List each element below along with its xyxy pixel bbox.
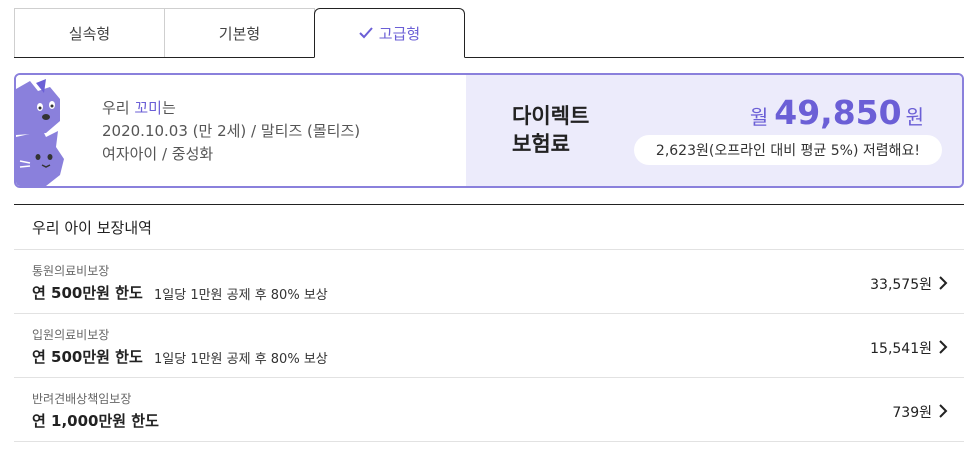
- pet-name: 꼬미: [134, 99, 162, 117]
- coverage-item-liability[interactable]: 반려견배상책임보장 연 1,000만원 한도 739원: [14, 378, 964, 442]
- chevron-right-icon: [939, 340, 948, 354]
- coverage-description: 1일당 1만원 공제 후 80% 보상: [154, 288, 328, 303]
- tab-basic-value[interactable]: 실속형: [14, 8, 165, 57]
- coverage-item-outpatient[interactable]: 통원의료비보장 연 500만원 한도 1일당 1만원 공제 후 80% 보상 3…: [14, 250, 964, 314]
- coverage-amount: 15,541원: [870, 341, 932, 357]
- coverage-description: 1일당 1만원 공제 후 80% 보상: [154, 352, 328, 367]
- coverage-limit: 연 1,000만원 한도: [32, 412, 159, 430]
- coverage-limit: 연 500만원 한도: [32, 284, 143, 302]
- premium-amount: 49,850: [774, 93, 902, 132]
- coverage-category: 반려견배상책임보장: [32, 392, 132, 406]
- chevron-right-icon: [939, 404, 948, 418]
- coverage-category: 통원의료비보장: [32, 264, 110, 278]
- coverage-amount: 739원: [892, 405, 932, 421]
- coverage-heading: 우리 아이 보장내역: [14, 205, 964, 250]
- check-icon: [359, 27, 373, 39]
- coverage-category: 입원의료비보장: [32, 328, 110, 342]
- price-title: 다이렉트 보험료: [512, 104, 590, 156]
- tab-label: 실속형: [68, 24, 111, 43]
- pet-info-panel: 우리 꼬미는 2020.10.03 (만 2세) / 말티즈 (몰티즈) 여자아…: [16, 75, 466, 186]
- pet-illustration-icon: [16, 75, 76, 186]
- tab-label: 고급형: [378, 24, 421, 43]
- tab-premium[interactable]: 고급형: [314, 8, 465, 58]
- tab-standard[interactable]: 기본형: [164, 8, 315, 57]
- monthly-label: 월: [749, 105, 769, 129]
- premium-price-panel: 다이렉트 보험료 월 49,850 원 2,623원(오프라인 대비 평균 5%…: [466, 75, 962, 186]
- plan-tabs: 실속형 기본형 고급형: [14, 8, 964, 58]
- currency-unit: 원: [905, 105, 924, 129]
- pet-name-line: 우리 꼬미는: [102, 99, 176, 117]
- pet-birth-breed: 2020.10.03 (만 2세) / 말티즈 (몰티즈): [102, 122, 361, 140]
- savings-badge: 2,623원(오프라인 대비 평균 5%) 저렴해요!: [633, 135, 942, 165]
- coverage-list: 우리 아이 보장내역 통원의료비보장 연 500만원 한도 1일당 1만원 공제…: [14, 204, 964, 442]
- coverage-item-inpatient[interactable]: 입원의료비보장 연 500만원 한도 1일당 1만원 공제 후 80% 보상 1…: [14, 314, 964, 378]
- coverage-limit: 연 500만원 한도: [32, 348, 143, 366]
- tab-label: 기본형: [218, 24, 261, 43]
- pet-details: 우리 꼬미는 2020.10.03 (만 2세) / 말티즈 (몰티즈) 여자아…: [102, 97, 360, 166]
- chevron-right-icon: [939, 276, 948, 290]
- coverage-amount: 33,575원: [870, 277, 932, 293]
- pet-gender-status: 여자아이 / 중성화: [102, 145, 214, 163]
- monthly-premium: 월 49,850 원: [750, 93, 924, 132]
- pet-summary-card: 우리 꼬미는 2020.10.03 (만 2세) / 말티즈 (몰티즈) 여자아…: [14, 73, 964, 188]
